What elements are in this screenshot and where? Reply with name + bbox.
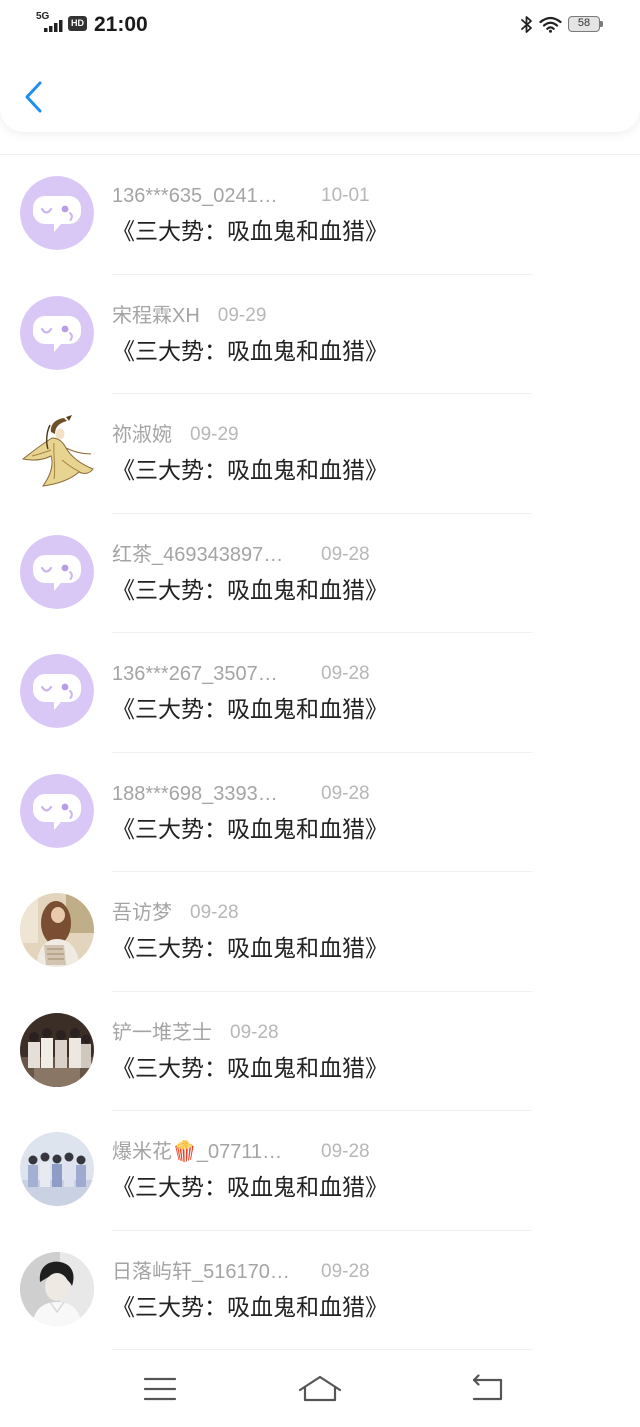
user-name: 136***267_3507… xyxy=(112,663,278,685)
list-item[interactable]: 吾访梦 09-28 《三大势：吸血鬼和血猎》 xyxy=(0,872,640,992)
photo-avatar-image xyxy=(20,1012,94,1087)
item-title: 《三大势：吸血鬼和血猎》 xyxy=(112,1174,388,1200)
return-icon xyxy=(472,1374,503,1401)
system-nav-bar xyxy=(0,1352,640,1427)
item-date: 09-28 xyxy=(321,543,370,565)
avatar xyxy=(20,774,94,848)
item-title: 《三大势：吸血鬼和血猎》 xyxy=(112,218,388,244)
item-meta: 188***698_3393… 09-28 xyxy=(112,781,370,807)
user-name: 宋程霖XH xyxy=(112,304,200,327)
avatar xyxy=(20,1132,94,1206)
item-title: 《三大势：吸血鬼和血猎》 xyxy=(112,1054,388,1081)
item-meta: 宋程霖XH 09-29 xyxy=(112,303,266,329)
menu-icon xyxy=(143,1377,177,1401)
signal-icon xyxy=(44,20,63,32)
photo-avatar-image xyxy=(20,1251,94,1326)
item-title: 《三大势：吸血鬼和血猎》 xyxy=(112,1293,388,1320)
item-meta: 日落屿轩_516170… 09-28 xyxy=(112,1259,370,1285)
list-item[interactable]: 日落屿轩_516170… 09-28 《三大势：吸血鬼和血猎》 xyxy=(0,1231,640,1350)
item-date: 09-28 xyxy=(230,1021,279,1043)
menu-button[interactable] xyxy=(140,1374,180,1404)
item-title: 《三大势：吸血鬼和血猎》 xyxy=(112,337,388,364)
wifi-icon xyxy=(539,16,562,33)
item-meta: 红茶_469343897… 09-28 xyxy=(112,542,370,568)
item-title: 《三大势：吸血鬼和血猎》 xyxy=(112,696,388,722)
item-title: 《三大势：吸血鬼和血猎》 xyxy=(112,815,388,842)
avatar xyxy=(20,415,94,489)
avatar xyxy=(20,1251,94,1326)
user-name: 136***635_0241… xyxy=(112,185,278,207)
home-icon xyxy=(298,1375,342,1402)
item-date: 09-28 xyxy=(321,1141,370,1162)
photo-avatar-image xyxy=(20,1132,94,1206)
item-date: 09-28 xyxy=(321,1260,370,1282)
back-button[interactable] xyxy=(20,78,50,116)
default-chat-avatar-icon xyxy=(20,176,94,250)
item-date: 09-29 xyxy=(217,304,267,326)
list-item[interactable]: 铲一堆芝士 09-28 《三大势：吸血鬼和血猎》 xyxy=(0,992,640,1111)
hd-icon: HD xyxy=(68,16,87,31)
divider xyxy=(112,1349,532,1350)
item-meta: 136***635_0241… 10-01 xyxy=(112,183,370,209)
default-chat-avatar-icon xyxy=(20,296,94,370)
default-chat-avatar-icon xyxy=(20,535,94,609)
list-item[interactable]: 188***698_3393… 09-28 《三大势：吸血鬼和血猎》 xyxy=(0,753,640,872)
item-meta: 祢淑婉 09-29 xyxy=(112,422,239,448)
user-name: 日落屿轩_516170… xyxy=(112,1260,290,1283)
item-date: 09-28 xyxy=(321,663,370,684)
avatar xyxy=(20,176,94,250)
bluetooth-icon xyxy=(521,16,532,33)
default-chat-avatar-icon xyxy=(20,654,94,728)
item-title: 《三大势：吸血鬼和血猎》 xyxy=(112,935,388,961)
item-date: 09-28 xyxy=(321,782,370,804)
default-chat-avatar-icon xyxy=(20,774,94,848)
avatar xyxy=(20,654,94,728)
item-meta: 吾访梦 09-28 xyxy=(112,900,239,926)
item-meta: 136***267_3507… 09-28 xyxy=(112,661,370,687)
chevron-left-icon xyxy=(25,81,42,113)
battery-icon: 58 xyxy=(568,16,600,32)
item-date: 10-01 xyxy=(321,185,370,206)
list-item[interactable]: 爆米花🍿_07711… 09-28 《三大势：吸血鬼和血猎》 xyxy=(0,1111,640,1231)
avatar xyxy=(20,1012,94,1087)
list-item[interactable]: 宋程霖XH 09-29 《三大势：吸血鬼和血猎》 xyxy=(0,275,640,394)
item-meta: 铲一堆芝士 09-28 xyxy=(112,1020,279,1046)
avatar xyxy=(20,893,94,967)
item-title: 《三大势：吸血鬼和血猎》 xyxy=(112,576,388,603)
avatar xyxy=(20,296,94,370)
item-title: 《三大势：吸血鬼和血猎》 xyxy=(112,457,388,483)
return-button[interactable] xyxy=(470,1374,506,1404)
avatar xyxy=(20,535,94,609)
list-item[interactable]: 136***267_3507… 09-28 《三大势：吸血鬼和血猎》 xyxy=(0,633,640,753)
user-name: 188***698_3393… xyxy=(112,782,278,805)
message-list: 136***635_0241… 10-01 《三大势：吸血鬼和血猎》 宋程霖XH… xyxy=(0,154,640,1350)
character-illustration-avatar-icon xyxy=(21,415,94,487)
item-date: 09-28 xyxy=(190,902,239,923)
list-item[interactable]: 祢淑婉 09-29 《三大势：吸血鬼和血猎》 xyxy=(0,394,640,514)
user-name: 爆米花🍿_07711… xyxy=(112,1141,283,1163)
photo-avatar-image xyxy=(20,893,94,967)
list-item[interactable]: 红茶_469343897… 09-28 《三大势：吸血鬼和血猎》 xyxy=(0,514,640,633)
user-name: 吾访梦 xyxy=(112,902,172,924)
battery-tip xyxy=(600,21,603,27)
header: 5G HD 21:00 58 xyxy=(0,0,640,132)
home-button[interactable] xyxy=(296,1372,344,1406)
user-name: 祢淑婉 xyxy=(112,424,172,446)
item-meta: 爆米花🍿_07711… 09-28 xyxy=(112,1139,370,1165)
item-date: 09-29 xyxy=(190,424,239,445)
user-name: 铲一堆芝士 xyxy=(112,1021,212,1044)
user-name: 红茶_469343897… xyxy=(112,543,284,566)
status-time: 21:00 xyxy=(94,13,148,36)
list-item[interactable]: 136***635_0241… 10-01 《三大势：吸血鬼和血猎》 xyxy=(0,155,640,275)
